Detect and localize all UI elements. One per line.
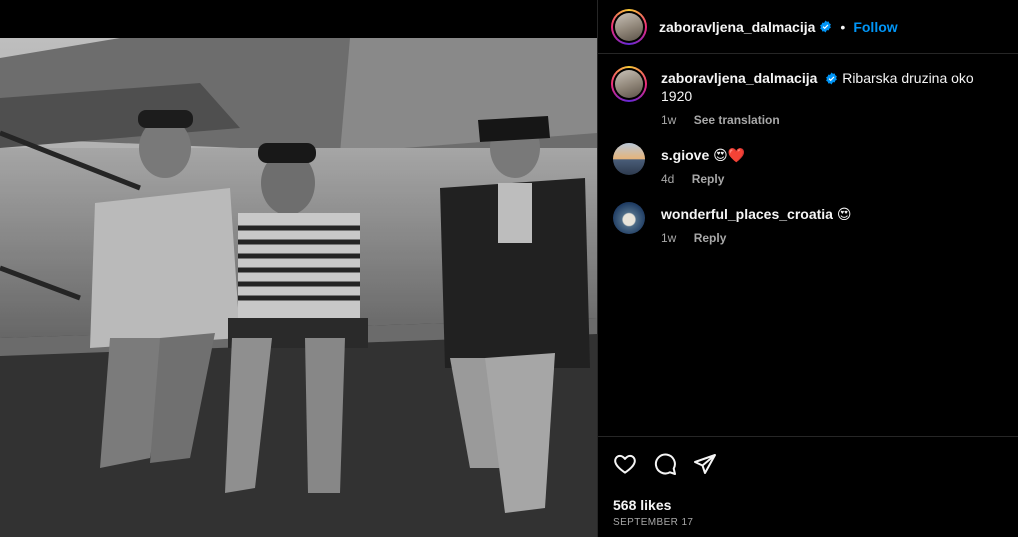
comment-item: s.giove 😍❤️ 4d Reply [611, 143, 1002, 186]
comment-username[interactable]: s.giove [661, 147, 709, 163]
reply-button[interactable]: Reply [692, 172, 725, 186]
post-sidebar: zaboravljena_dalmacija • Follow zaboravl… [597, 0, 1018, 537]
commenter-avatar[interactable] [613, 143, 645, 175]
author-avatar[interactable] [611, 8, 647, 45]
comment-username[interactable]: wonderful_places_croatia [661, 206, 833, 222]
caption-username[interactable]: zaboravljena_dalmacija [661, 70, 817, 86]
post-date: September 17 [613, 517, 694, 528]
comment-text: 😍❤️ [713, 147, 746, 163]
comment-bubble-icon[interactable] [653, 452, 677, 476]
post-caption: zaboravljena_dalmacija Ribarska druzina … [611, 66, 1002, 127]
commenter-avatar[interactable] [613, 202, 645, 234]
verified-badge-icon [826, 72, 838, 85]
verified-badge-icon [820, 20, 832, 33]
post-actions: 568 likes September 17 [598, 436, 1018, 528]
post-header: zaboravljena_dalmacija • Follow [598, 0, 1018, 54]
comment-item: wonderful_places_croatia 😍 1w Reply [611, 202, 1002, 245]
like-count[interactable]: 568 likes [613, 497, 1002, 513]
post-media [0, 0, 597, 537]
follow-button[interactable]: Follow [853, 19, 897, 35]
comment-text: 😍 [836, 206, 852, 222]
author-username[interactable]: zaboravljena_dalmacija [659, 19, 815, 35]
comment-time: 4d [661, 172, 675, 186]
caption-avatar-image [615, 70, 643, 98]
comment-time: 1w [661, 231, 677, 245]
see-translation-link[interactable]: See translation [694, 113, 780, 127]
caption-author-avatar[interactable] [611, 66, 647, 102]
paper-plane-icon[interactable] [693, 452, 717, 476]
separator-dot: • [840, 18, 846, 35]
post-photo[interactable] [0, 38, 597, 537]
fishermen-photo [0, 38, 597, 537]
caption-time: 1w [661, 113, 677, 127]
comments-section: zaboravljena_dalmacija Ribarska druzina … [598, 54, 1018, 436]
author-avatar-image [615, 12, 643, 41]
reply-button[interactable]: Reply [694, 231, 727, 245]
heart-icon[interactable] [613, 452, 637, 476]
